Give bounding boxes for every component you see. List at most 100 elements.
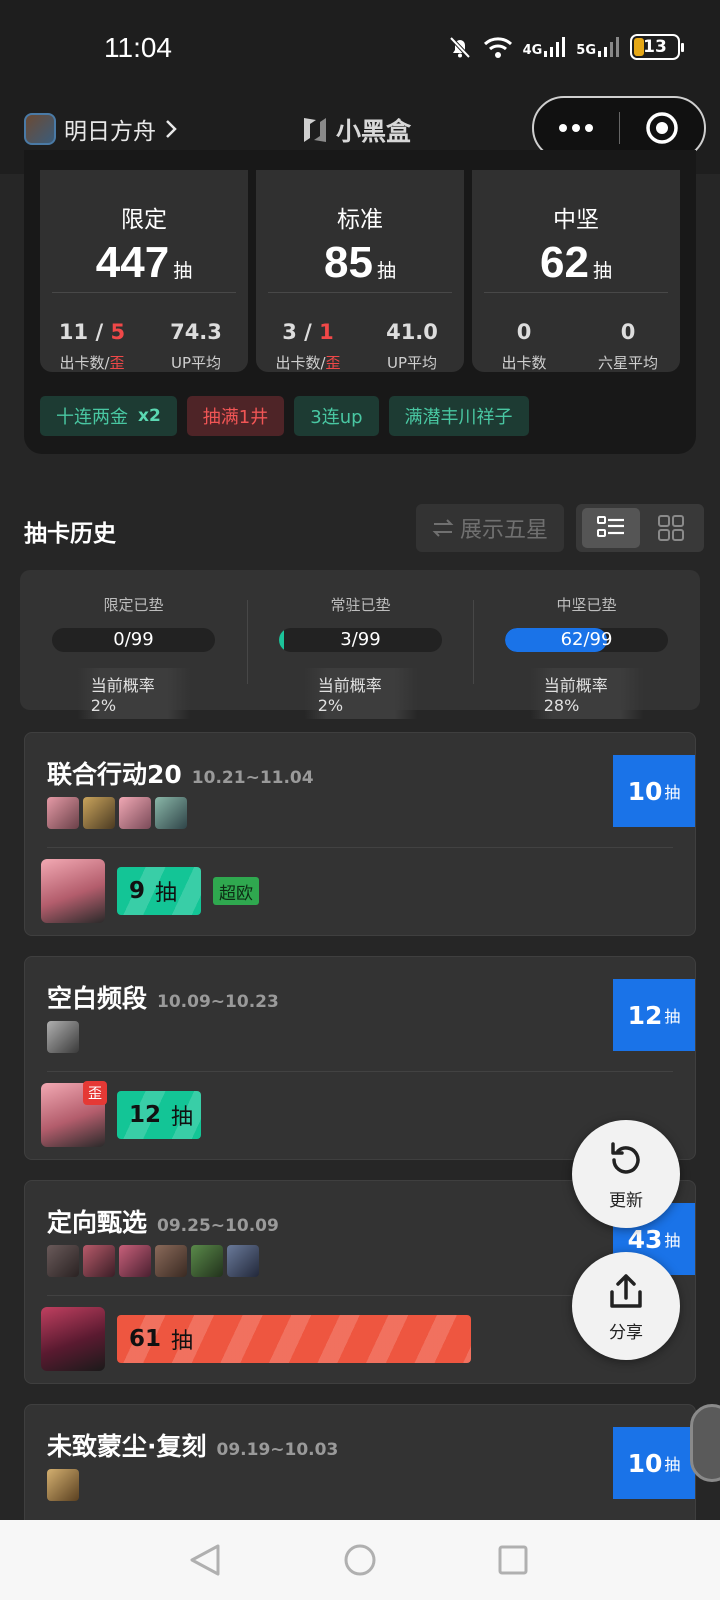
banner-title: 空白频段 10.09~10.23 xyxy=(47,984,279,1013)
wifi-icon xyxy=(483,37,512,58)
banner-title: 联合行动20 10.21~11.04 xyxy=(47,760,314,789)
tag-full-potential: 满潜丰川祥子 xyxy=(388,396,529,436)
refresh-icon xyxy=(611,1141,640,1174)
pity-progress-bar: 3/99 xyxy=(279,628,442,652)
share-icon xyxy=(610,1273,642,1308)
pity-progress-bar: 62/99 xyxy=(505,628,668,652)
operator-portrait xyxy=(41,1307,105,1371)
recents-icon[interactable] xyxy=(498,1545,528,1575)
back-icon[interactable] xyxy=(190,1544,220,1576)
show-five-star-button[interactable]: 展示五星 xyxy=(416,504,564,552)
home-icon[interactable] xyxy=(344,1544,376,1576)
operator-avatar xyxy=(83,797,115,829)
pity-progress-bar: 0/99 xyxy=(52,628,215,652)
six-star-pull: 歪 12 抽 xyxy=(41,1081,201,1147)
summary-card-standard: 标准 85 抽 3 / 1 出卡数/歪 41.0 UP平均 xyxy=(256,170,464,372)
game-avatar xyxy=(24,113,56,145)
refresh-button[interactable]: 更新 xyxy=(572,1120,680,1228)
bell-muted-icon xyxy=(449,36,471,59)
banner-operators xyxy=(47,1021,79,1053)
operator-avatar xyxy=(47,1245,79,1277)
card-stat-six-star-avg: 0 六星平均 xyxy=(597,320,658,372)
banner-date: 10.21~11.04 xyxy=(191,768,314,788)
status-time: 11:04 xyxy=(104,32,172,63)
system-nav-bar xyxy=(0,1520,720,1600)
operator-avatar xyxy=(155,797,187,829)
game-selector[interactable]: 明日方舟 xyxy=(24,112,178,146)
card-count: 85 抽 xyxy=(324,238,396,287)
more-button[interactable] xyxy=(534,124,619,132)
card-divider xyxy=(52,292,236,293)
card-count: 62 抽 xyxy=(540,238,612,287)
card-stat-cards: 11 / 5 出卡数/歪 xyxy=(58,320,126,372)
operator-avatar xyxy=(47,1021,79,1053)
operator-avatar xyxy=(47,797,79,829)
card-title: 标准 xyxy=(337,207,383,233)
card-stat-up-avg: 41.0 UP平均 xyxy=(386,320,438,372)
operator-avatar xyxy=(83,1245,115,1277)
tag-double-gold: 十连两金 x2 xyxy=(40,396,177,436)
share-button[interactable]: 分享 xyxy=(572,1252,680,1360)
banner-divider xyxy=(47,847,673,848)
game-name: 明日方舟 xyxy=(64,119,156,145)
summary-card-core: 中坚 62 抽 0 出卡数 0 六星平均 xyxy=(472,170,680,372)
operator-portrait xyxy=(41,859,105,923)
banner-date: 10.09~10.23 xyxy=(157,992,279,1012)
pull-count-bar: 12 抽 xyxy=(117,1091,201,1139)
six-star-pull: 61 抽 xyxy=(41,1307,471,1371)
banner-card[interactable]: 联合行动20 10.21~11.04 10 抽 9抽 超欧 xyxy=(24,732,696,936)
card-stat-cards: 3 / 1 出卡数/歪 xyxy=(275,320,341,372)
card-stat-cards: 0 出卡数 xyxy=(501,320,547,372)
operator-avatar xyxy=(227,1245,259,1277)
grid-view-icon xyxy=(658,515,684,541)
operator-avatar xyxy=(155,1245,187,1277)
operator-avatar xyxy=(47,1469,79,1501)
target-icon xyxy=(646,112,678,144)
banner-divider xyxy=(47,1071,673,1072)
list-view-button[interactable] xyxy=(582,508,640,548)
card-divider xyxy=(268,292,452,293)
battery-icon: 13 xyxy=(630,34,684,60)
status-bar: 11:04 4G 5G 13 xyxy=(0,0,720,96)
banner-operators xyxy=(47,1245,259,1277)
pity-core: 中坚已垫 62/99 当前概率28% xyxy=(473,570,700,719)
banner-date: 09.19~10.03 xyxy=(216,1440,339,1460)
brand-name: 小黑盒 xyxy=(336,117,412,146)
pity-standard: 常驻已垫 3/99 当前概率2% xyxy=(247,570,474,719)
view-toggle xyxy=(576,504,704,552)
tag-full-well: 抽满1井 xyxy=(186,396,285,436)
summary-card-limited: 限定 447 抽 11 / 5 出卡数/歪 74.3 UP平均 xyxy=(40,170,248,372)
card-stat-up-avg: 74.3 UP平均 xyxy=(170,320,222,372)
banner-operators xyxy=(47,797,187,829)
card-divider xyxy=(484,292,668,293)
tag-three-up: 3连up xyxy=(294,396,379,436)
banner-operators xyxy=(47,1469,79,1501)
banner-date: 09.25~10.09 xyxy=(157,1216,279,1236)
card-title: 限定 xyxy=(121,207,167,233)
banner-pull-count: 12 抽 xyxy=(613,979,695,1051)
signal-5g-icon: 5G xyxy=(576,37,620,57)
operator-avatar xyxy=(119,1245,151,1277)
banner-pull-count: 10 抽 xyxy=(613,1427,695,1499)
operator-portrait: 歪 xyxy=(41,1081,107,1147)
banner-title: 未致蒙尘·复刻 09.19~10.03 xyxy=(47,1432,339,1461)
operator-avatar xyxy=(119,797,151,829)
banner-title: 定向甄选 09.25~10.09 xyxy=(47,1208,279,1237)
six-star-pull: 9抽 超欧 xyxy=(41,859,259,923)
close-miniprogram-button[interactable] xyxy=(620,110,705,146)
heybox-logo-icon xyxy=(304,118,326,142)
pull-count-bar: 9抽 xyxy=(117,867,201,915)
banner-pull-count: 10 抽 xyxy=(613,755,695,827)
chevron-right-icon xyxy=(166,120,177,138)
summary-panel: 限定 447 抽 11 / 5 出卡数/歪 74.3 UP平均 标准 85 抽 3 … xyxy=(24,150,696,454)
status-icons: 4G 5G 13 xyxy=(447,34,684,60)
off-banner-badge: 歪 xyxy=(83,1081,107,1105)
section-title: 抽卡历史 xyxy=(24,521,116,547)
swap-icon xyxy=(432,519,454,537)
nav-buttons xyxy=(190,1544,528,1576)
achievement-tags: 十连两金 x2 抽满1井 3连up 满潜丰川祥子 xyxy=(40,396,529,436)
side-float-button[interactable] xyxy=(690,1404,720,1482)
lucky-badge: 超欧 xyxy=(213,877,259,905)
pity-limited: 限定已垫 0/99 当前概率2% xyxy=(20,570,247,719)
grid-view-button[interactable] xyxy=(642,508,700,548)
